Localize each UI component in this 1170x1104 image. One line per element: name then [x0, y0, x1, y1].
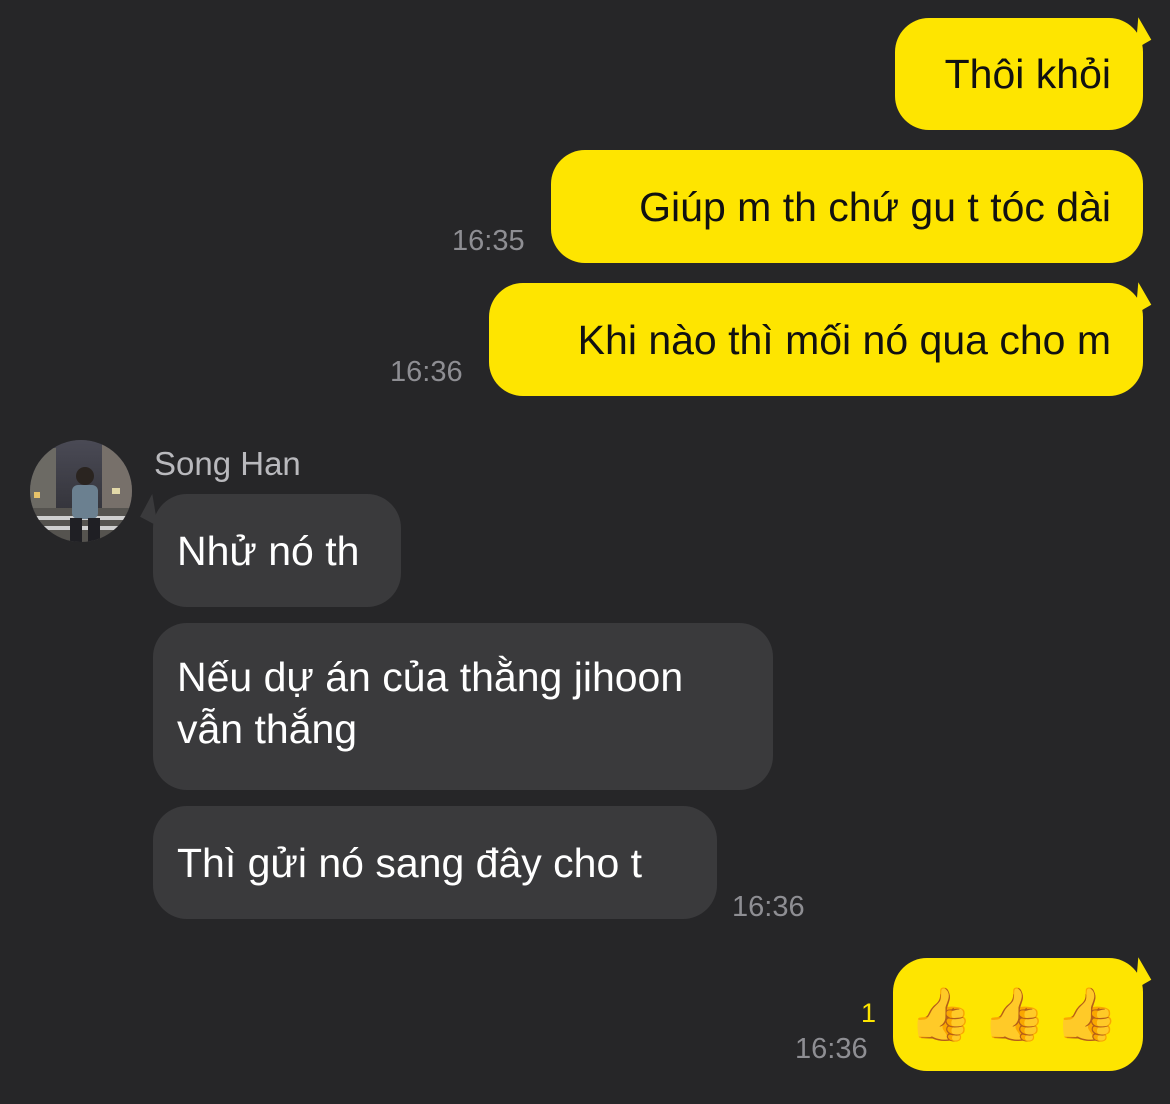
message-text: Thôi khỏi: [944, 51, 1111, 97]
message-bubble-outgoing[interactable]: Giúp m th chứ gu t tóc dài: [551, 150, 1143, 263]
message-bubble-outgoing[interactable]: 👍👍👍: [893, 958, 1143, 1071]
message-bubble-outgoing[interactable]: Thôi khỏi: [895, 18, 1143, 130]
avatar[interactable]: [30, 440, 132, 542]
message-bubble-incoming[interactable]: Nếu dự án của thằng jihoon vẫn thắng: [153, 623, 773, 790]
message-bubble-incoming[interactable]: Thì gửi nó sang đây cho t: [153, 806, 717, 919]
sender-name: Song Han: [154, 445, 301, 482]
message-text: Nếu dự án của thằng jihoon vẫn thắng: [177, 654, 684, 752]
chat-room: Thôi khỏi Giúp m th chứ gu t tóc dài 16:…: [0, 0, 1170, 1104]
message-bubble-incoming[interactable]: Nhử nó th: [153, 494, 401, 607]
unread-count: 1: [861, 998, 877, 1028]
message-text: Giúp m th chứ gu t tóc dài: [639, 183, 1111, 230]
message-timestamp: 16:36: [732, 891, 805, 923]
thumbs-up-emoji: 👍👍👍: [908, 984, 1128, 1045]
message-timestamp: 16:36: [390, 356, 463, 388]
avatar-photo-icon: [30, 440, 132, 542]
message-bubble-outgoing[interactable]: Khi nào thì mối nó qua cho m: [489, 283, 1143, 396]
message-timestamp: 16:36: [795, 1033, 868, 1065]
message-text: Khi nào thì mối nó qua cho m: [577, 316, 1111, 363]
message-text: Thì gửi nó sang đây cho t: [177, 839, 643, 886]
message-timestamp: 16:35: [452, 225, 525, 257]
message-text: Nhử nó th: [177, 527, 360, 574]
